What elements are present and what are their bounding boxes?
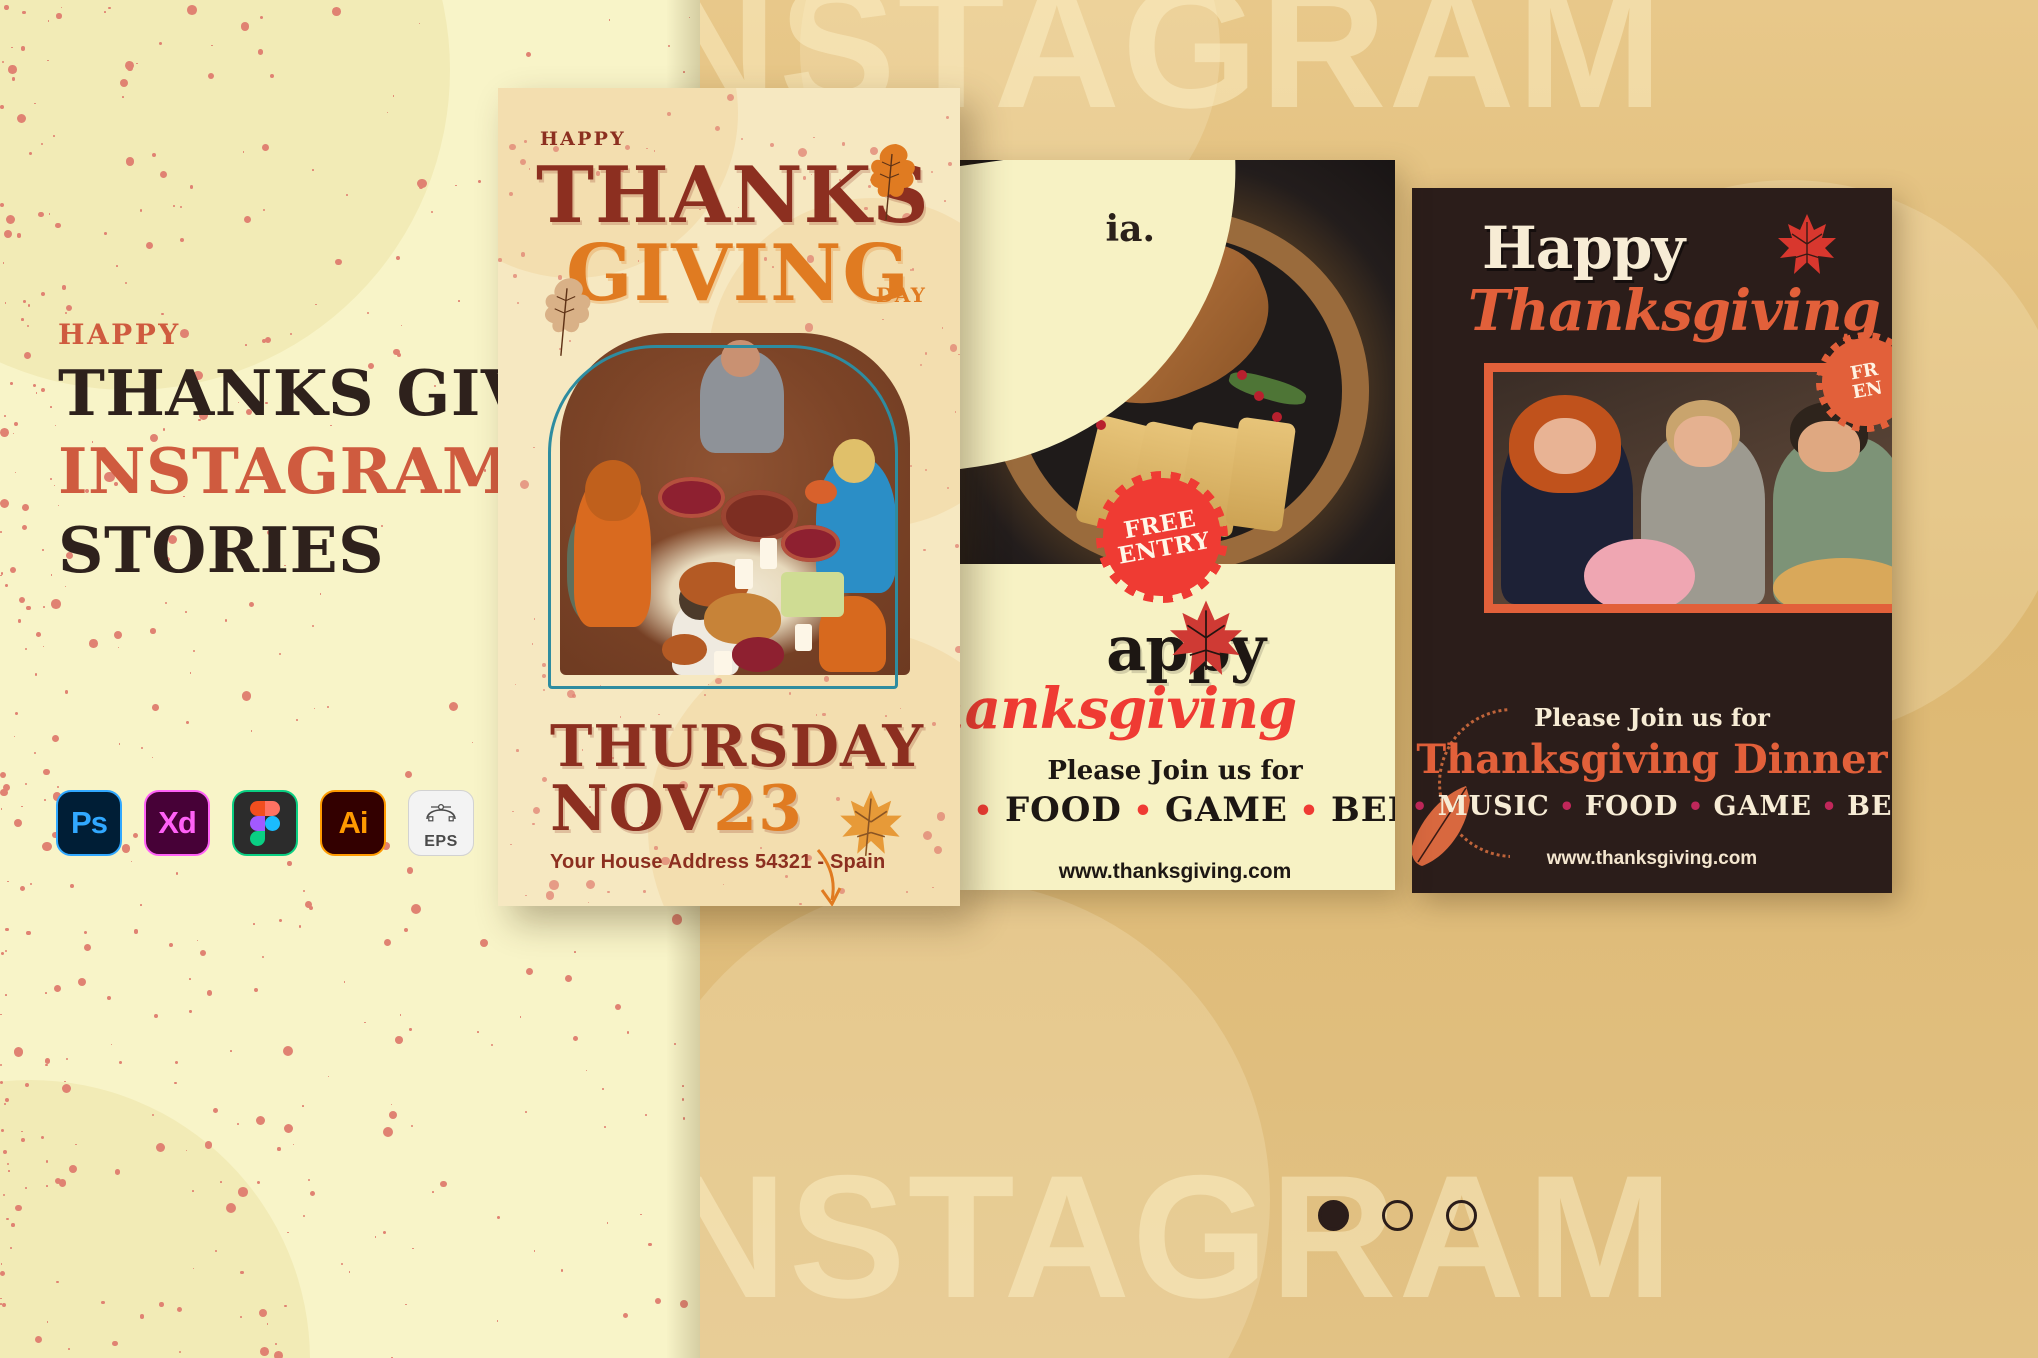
- card3-thanksgiving: Thanksgiving: [1468, 278, 1881, 344]
- list-item: BEER: [1847, 791, 1892, 822]
- watermark-bottom: INSTAGRAM: [690, 1140, 1675, 1335]
- maple-leaf-icon: [1167, 598, 1245, 685]
- screenshot-stage: INSTAGRAM INSTAGRAM HAPPY THANKS GIVING …: [0, 0, 2038, 1358]
- card1-weekday: THURSDAY: [550, 713, 925, 780]
- card1-title-giving: GIVING: [566, 228, 911, 319]
- card3-join-text: Please Join us for: [1534, 703, 1770, 732]
- badge-photoshop[interactable]: Ps: [56, 790, 122, 856]
- card2-url: www.thanksgiving.com: [1058, 860, 1292, 883]
- card1-date-line: NOV23: [550, 771, 803, 845]
- list-item: FOOD: [1584, 791, 1679, 822]
- card3-features-list: • MUSIC • FOOD • GAME • BEER: [1412, 791, 1892, 822]
- card1-month: NOV: [550, 771, 714, 845]
- list-separator: •: [1121, 794, 1165, 829]
- list-item: GAME: [1713, 791, 1812, 822]
- card1-day-label: DAY: [876, 283, 927, 307]
- badge-adobe-xd[interactable]: Xd: [144, 790, 210, 856]
- carousel-dot-3[interactable]: [1446, 1200, 1477, 1231]
- maple-leaf-icon: [1776, 212, 1838, 283]
- format-badges: Ps Xd Ai EPS: [56, 790, 474, 856]
- figma-icon: [250, 801, 280, 846]
- carousel-dot-2[interactable]: [1382, 1200, 1413, 1231]
- badge-eps-label: EPS: [424, 833, 458, 850]
- carousel-dots[interactable]: [1318, 1200, 1477, 1231]
- list-separator: •: [1549, 792, 1585, 821]
- oak-leaf-icon: [866, 140, 918, 231]
- card3-dinner-title: Thanksgiving Dinner: [1416, 736, 1888, 783]
- list-separator: •: [1412, 792, 1438, 821]
- story-card-main[interactable]: HAPPY THANKS GIVING DAY THURSDAY NOV23 Y…: [498, 88, 960, 906]
- badge-illustrator[interactable]: Ai: [320, 790, 386, 856]
- card1-address: Your House Address 54321 - Spain: [550, 851, 886, 873]
- list-item: BEER: [1331, 790, 1395, 830]
- list-separator: •: [1812, 792, 1848, 821]
- badge-eps[interactable]: EPS: [408, 790, 474, 856]
- story-card-dark[interactable]: Happy Thanksgiving FR EN Please Join us …: [1412, 188, 1892, 893]
- card1-daynum: 23: [713, 771, 803, 845]
- list-separator: •: [961, 794, 1006, 829]
- family-dinner-photo: [560, 333, 910, 675]
- card1-kicker: HAPPY: [540, 128, 626, 150]
- card2-thanksgiving: hanksgiving: [955, 676, 1297, 742]
- list-separator: •: [1678, 792, 1714, 821]
- list-separator: •: [1287, 794, 1332, 829]
- card3-seal-line2: EN: [1850, 377, 1885, 404]
- bezier-curve-icon: [424, 795, 458, 831]
- carousel-dot-1[interactable]: [1318, 1200, 1349, 1231]
- card3-url: www.thanksgiving.com: [1546, 848, 1758, 869]
- card3-happy: Happy: [1482, 214, 1685, 282]
- card2-partial-text: ia.: [1105, 208, 1155, 250]
- card2-features-list: IC • FOOD • GAME • BEER: [955, 790, 1395, 830]
- card1-photo-area: [548, 333, 910, 691]
- badge-figma[interactable]: [232, 790, 298, 856]
- badge-adobe-xd-label: Xd: [158, 805, 197, 840]
- list-item: GAME: [1164, 790, 1288, 830]
- list-item: MUSIC: [1437, 791, 1550, 822]
- list-item: FOOD: [1005, 790, 1122, 830]
- card1-photo: [560, 333, 910, 675]
- story-card-turkey[interactable]: ia. FREE ENTRY appy hanksgiving Please J…: [955, 160, 1395, 890]
- card2-join-text: Please Join us for: [1047, 756, 1303, 786]
- badge-photoshop-label: Ps: [71, 805, 108, 840]
- badge-illustrator-label: Ai: [338, 805, 369, 840]
